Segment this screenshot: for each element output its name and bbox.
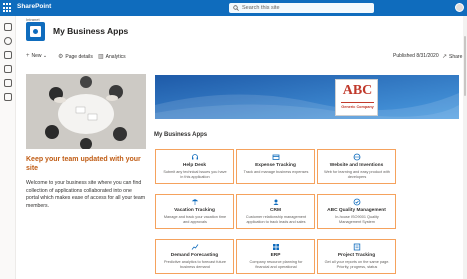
website-icon [353,153,361,161]
app-name[interactable]: SharePoint [17,3,51,10]
app-description: Web for learning and easy product with d… [324,170,390,179]
app-card-demand-forecasting[interactable]: Demand Forecasting Predictive analytics … [155,239,234,274]
published-status: Published 8/31/2020 [393,53,439,59]
share-button[interactable]: ↗ Share [442,53,462,60]
page-scrollbar[interactable] [463,16,467,279]
app-name: Vacation Tracking [174,208,215,213]
erp-icon [273,244,279,250]
app-name: Demand Forecasting [170,253,219,258]
app-card-vacation-tracking[interactable]: Vacation Tracking Manage and track your … [155,194,234,229]
analytics-button[interactable]: ▥ Analytics [98,53,126,60]
apps-section-title: My Business Apps [154,132,208,138]
home-icon[interactable] [4,23,12,31]
new-button[interactable]: + New ⌄ [26,53,47,59]
forecast-icon [191,244,199,250]
lists-icon[interactable] [4,79,12,87]
chevron-down-icon: ⌄ [42,53,48,59]
app-description: In-house ISO9001 Quality Management Syst… [335,215,379,224]
globe-icon[interactable] [4,37,12,45]
app-card-website-and-inventions[interactable]: Website and Inventions Web for learning … [317,149,396,184]
crm-icon [273,199,279,205]
quality-icon [353,198,361,206]
vacation-icon [191,199,199,205]
app-description: Track and manage business expenses [243,170,309,174]
app-name: ERP [270,253,281,258]
headset-icon [192,154,198,160]
app-card-project-tracking[interactable]: Project Tracking Get all your reports on… [317,239,396,274]
site-logo-icon[interactable] [26,22,45,41]
app-card-expense-tracking[interactable]: Expense Tracking Track and manage busine… [236,149,315,184]
page-title[interactable]: My Business Apps [53,26,128,36]
app-name: CRM [270,208,281,213]
logo-brand: ABC [342,83,373,98]
company-logo: ABC Generic Company [335,79,378,116]
team-meeting-image [26,74,146,149]
app-name: Help Desk [182,163,207,168]
app-description: Predictive analytics to forecast future … [163,260,227,269]
expense-icon [272,154,280,160]
logo-divider [341,102,374,103]
app-card-crm[interactable]: CRM Customer relationship management app… [236,194,315,229]
share-icon: ↗ [442,54,448,60]
command-bar: + New ⌄ ⚙ Page details ▥ Analytics Publishe… [16,50,467,64]
app-description: Submit any technical issues you have in … [163,170,227,179]
page-details-button[interactable]: ⚙ Page details [58,53,93,60]
search-placeholder: Search this site [242,4,280,11]
app-description: Get all your reports on the same page. P… [324,260,390,269]
news-icon[interactable] [4,51,12,59]
app-description: Customer relationship management applica… [245,215,307,224]
app-launcher-icon[interactable] [3,3,13,13]
company-banner [155,75,459,119]
app-description: Manage and track your vacation time and … [163,215,227,224]
app-name: Website and Inventions [329,163,384,168]
promo-body: Welcome to your business site where you … [26,180,146,209]
app-card-help-desk[interactable]: Help Desk Submit any technical issues yo… [155,149,234,184]
app-description: Company resource planning for financial … [249,260,303,269]
left-rail [0,16,16,279]
app-name: Expense Tracking [255,163,296,168]
app-name: Project Tracking [337,253,376,258]
promo-heading: Keep your team updated with your site [26,156,141,172]
logo-tagline: Generic Company [341,105,374,109]
avatar[interactable] [455,3,464,12]
gear-icon: ⚙ [58,54,64,60]
chart-icon: ▥ [98,54,104,60]
scrollbar-thumb[interactable] [464,36,466,96]
search-icon [233,5,239,11]
files-icon[interactable] [4,65,12,73]
app-card-abc-quality-management[interactable]: ABC Quality Management In-house ISO9001 … [317,194,396,229]
plus-icon: + [26,53,30,59]
search-box[interactable]: Search this site [229,3,374,13]
project-icon [353,243,361,251]
suite-bar: SharePoint Search this site [0,0,467,16]
app-name: ABC Quality Management [327,208,386,213]
create-icon[interactable] [4,93,12,101]
app-card-erp[interactable]: ERP Company resource planning for financ… [236,239,315,274]
